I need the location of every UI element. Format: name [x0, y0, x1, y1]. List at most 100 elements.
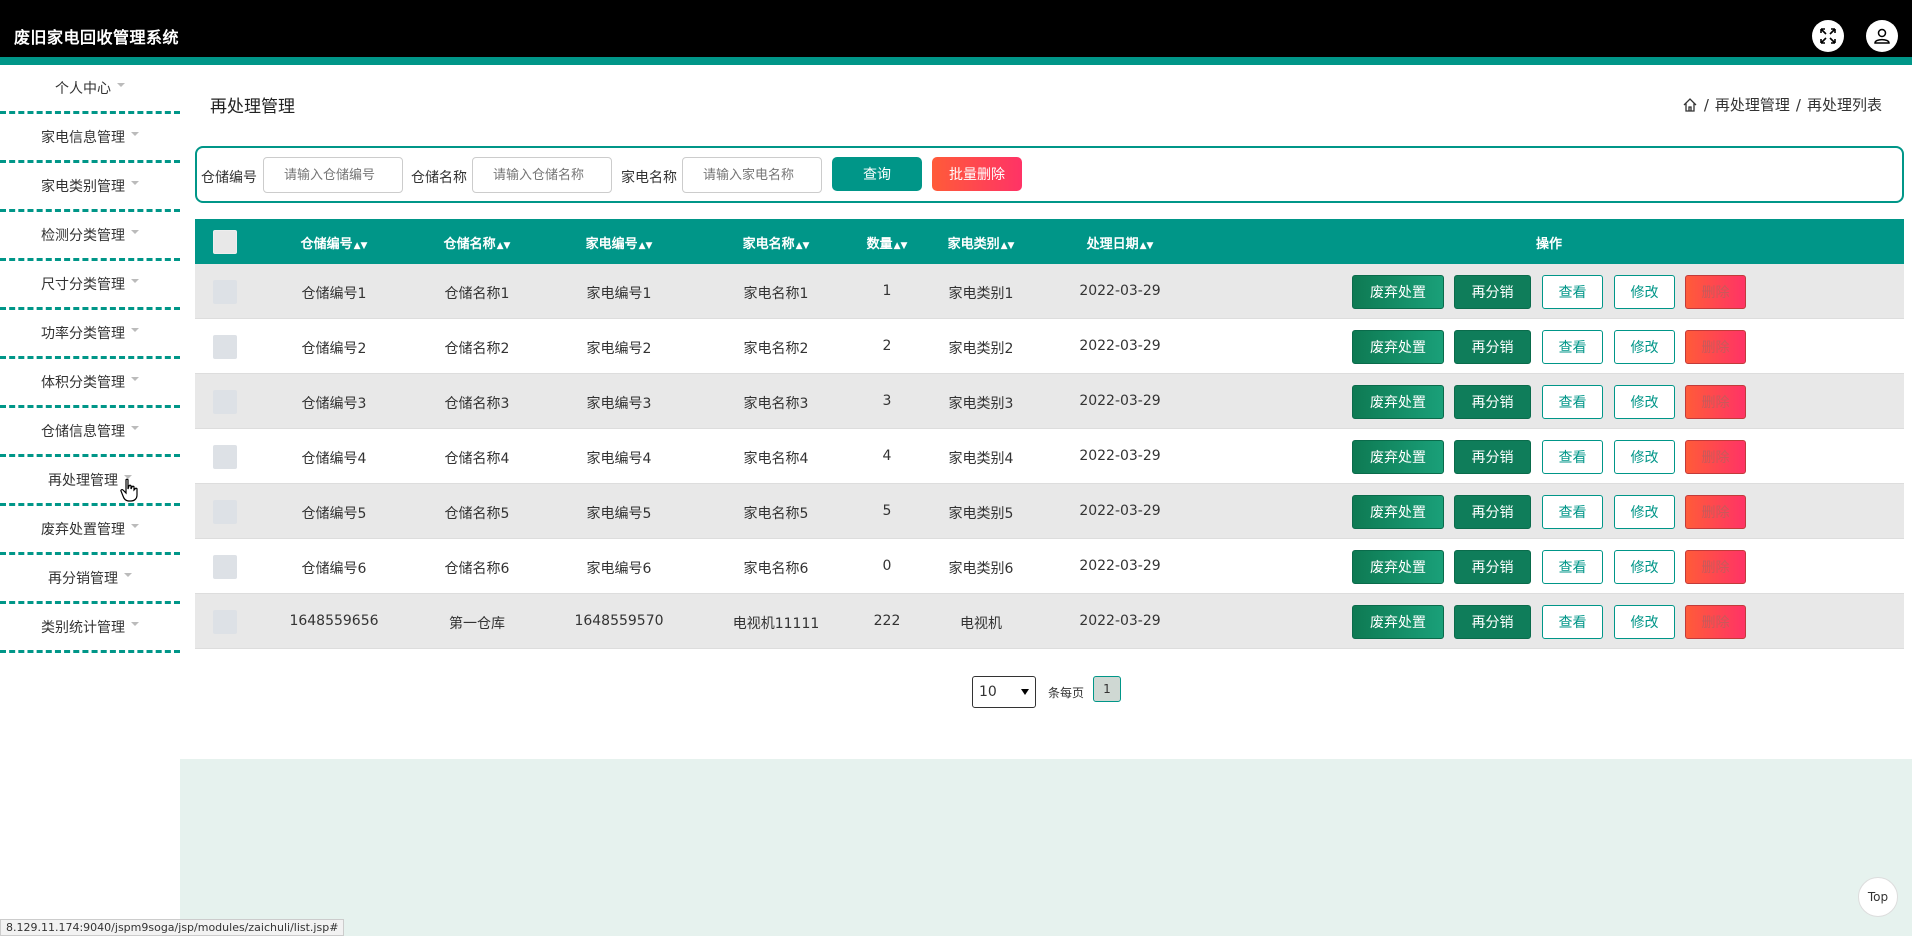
table-cell: 仓储编号4 — [301, 451, 367, 467]
back-to-top-button[interactable]: Top — [1858, 877, 1898, 917]
table-cell: 家电类别6 — [948, 561, 1014, 577]
breadcrumb-item-reprocess[interactable]: 再处理管理 — [1715, 94, 1790, 115]
edit-button[interactable]: 修改 — [1614, 440, 1675, 474]
column-header-storage-name[interactable]: 仓储名称▲▼ — [444, 233, 511, 252]
table-cell: 仓储名称6 — [444, 561, 510, 577]
sidebar-item-inspection[interactable]: 检测分类管理 — [0, 212, 180, 261]
query-button[interactable]: 查询 — [832, 157, 922, 191]
row-checkbox[interactable] — [213, 335, 237, 359]
column-header-process-date[interactable]: 处理日期▲▼ — [1087, 233, 1154, 252]
hand-cursor-icon — [120, 478, 138, 502]
delete-button[interactable]: 删除 — [1685, 440, 1746, 474]
per-page-label: 条每页 — [1048, 686, 1085, 700]
edit-button[interactable]: 修改 — [1614, 550, 1675, 584]
sidebar-item-redistribute[interactable]: 再分销管理 — [0, 555, 180, 604]
status-bar-url: 8.129.11.174:9040/jspm9soga/jsp/modules/… — [0, 919, 345, 936]
redistribute-button[interactable]: 再分销 — [1454, 275, 1531, 309]
table-cell: 2022-03-29 — [1079, 558, 1161, 574]
discard-button[interactable]: 废弃处置 — [1352, 550, 1444, 584]
delete-button[interactable]: 删除 — [1685, 385, 1746, 419]
edit-button[interactable]: 修改 — [1614, 330, 1675, 364]
row-checkbox[interactable] — [213, 610, 237, 634]
table-cell: 家电类别5 — [948, 506, 1014, 522]
fullscreen-icon[interactable] — [1812, 20, 1844, 52]
select-all-checkbox[interactable] — [213, 230, 237, 254]
view-button[interactable]: 查看 — [1542, 550, 1603, 584]
page-size-select[interactable]: 10 — [972, 676, 1036, 708]
redistribute-button[interactable]: 再分销 — [1454, 440, 1531, 474]
delete-button[interactable]: 删除 — [1685, 495, 1746, 529]
redistribute-button[interactable]: 再分销 — [1454, 605, 1531, 639]
row-checkbox[interactable] — [213, 280, 237, 304]
appliance-name-label: 家电名称 — [621, 170, 677, 186]
discard-button[interactable]: 废弃处置 — [1352, 385, 1444, 419]
column-header-appliance-code[interactable]: 家电编号▲▼ — [586, 233, 653, 252]
table-cell: 家电编号3 — [586, 396, 652, 412]
row-checkbox[interactable] — [213, 390, 237, 414]
sidebar-item-size[interactable]: 尺寸分类管理 — [0, 261, 180, 310]
chevron-down-icon — [1021, 689, 1029, 695]
discard-button[interactable]: 废弃处置 — [1352, 440, 1444, 474]
discard-button[interactable]: 废弃处置 — [1352, 495, 1444, 529]
table-cell: 家电名称2 — [743, 341, 809, 357]
sidebar-item-power[interactable]: 功率分类管理 — [0, 310, 180, 359]
storage-name-input[interactable] — [472, 157, 612, 193]
row-checkbox[interactable] — [213, 500, 237, 524]
sidebar-item-storage[interactable]: 仓储信息管理 — [0, 408, 180, 457]
table-cell: 2022-03-29 — [1079, 503, 1161, 519]
edit-button[interactable]: 修改 — [1614, 275, 1675, 309]
sidebar-item-reprocess[interactable]: 再处理管理 — [0, 457, 180, 506]
table-cell: 仓储名称2 — [444, 341, 510, 357]
sidebar-item-discard[interactable]: 废弃处置管理 — [0, 506, 180, 555]
view-button[interactable]: 查看 — [1542, 385, 1603, 419]
delete-button[interactable]: 删除 — [1685, 330, 1746, 364]
appliance-name-input[interactable] — [682, 157, 822, 193]
table-cell: 仓储编号6 — [301, 561, 367, 577]
table-cell: 0 — [882, 558, 892, 574]
table-cell: 仓储名称3 — [444, 396, 510, 412]
redistribute-button[interactable]: 再分销 — [1454, 385, 1531, 419]
discard-button[interactable]: 废弃处置 — [1352, 275, 1444, 309]
user-icon[interactable] — [1866, 20, 1898, 52]
redistribute-button[interactable]: 再分销 — [1454, 495, 1531, 529]
app-title: 废旧家电回收管理系统 — [14, 28, 180, 47]
discard-button[interactable]: 废弃处置 — [1352, 605, 1444, 639]
table-cell: 仓储名称5 — [444, 506, 510, 522]
delete-button[interactable]: 删除 — [1685, 605, 1746, 639]
table-cell: 家电名称1 — [743, 286, 809, 302]
edit-button[interactable]: 修改 — [1614, 385, 1675, 419]
table-cell: 家电类别1 — [948, 286, 1014, 302]
home-icon[interactable] — [1682, 97, 1698, 113]
delete-button[interactable]: 删除 — [1685, 550, 1746, 584]
view-button[interactable]: 查看 — [1542, 440, 1603, 474]
view-button[interactable]: 查看 — [1542, 275, 1603, 309]
row-checkbox[interactable] — [213, 555, 237, 579]
column-header-quantity[interactable]: 数量▲▼ — [867, 233, 908, 252]
view-button[interactable]: 查看 — [1542, 605, 1603, 639]
caret-down-icon — [131, 426, 139, 430]
sidebar-item-category-stats[interactable]: 类别统计管理 — [0, 604, 180, 653]
table-cell: 2022-03-29 — [1079, 393, 1161, 409]
table-cell: 仓储名称1 — [444, 286, 510, 302]
row-checkbox[interactable] — [213, 445, 237, 469]
sidebar-item-volume[interactable]: 体积分类管理 — [0, 359, 180, 408]
sidebar-item-personal-center[interactable]: 个人中心 — [0, 65, 180, 114]
delete-button[interactable]: 删除 — [1685, 275, 1746, 309]
table-cell: 电视机 — [960, 616, 1002, 632]
edit-button[interactable]: 修改 — [1614, 495, 1675, 529]
caret-down-icon — [131, 622, 139, 626]
redistribute-button[interactable]: 再分销 — [1454, 330, 1531, 364]
sidebar-item-appliance-info[interactable]: 家电信息管理 — [0, 114, 180, 163]
batch-delete-button[interactable]: 批量删除 — [932, 157, 1022, 191]
sidebar-item-appliance-category[interactable]: 家电类别管理 — [0, 163, 180, 212]
redistribute-button[interactable]: 再分销 — [1454, 550, 1531, 584]
storage-code-input[interactable] — [263, 157, 403, 193]
view-button[interactable]: 查看 — [1542, 330, 1603, 364]
column-header-appliance-name[interactable]: 家电名称▲▼ — [743, 233, 810, 252]
page-number-button[interactable]: 1 — [1093, 676, 1121, 702]
view-button[interactable]: 查看 — [1542, 495, 1603, 529]
edit-button[interactable]: 修改 — [1614, 605, 1675, 639]
column-header-appliance-category[interactable]: 家电类别▲▼ — [948, 233, 1015, 252]
column-header-storage-code[interactable]: 仓储编号▲▼ — [301, 233, 368, 252]
discard-button[interactable]: 废弃处置 — [1352, 330, 1444, 364]
